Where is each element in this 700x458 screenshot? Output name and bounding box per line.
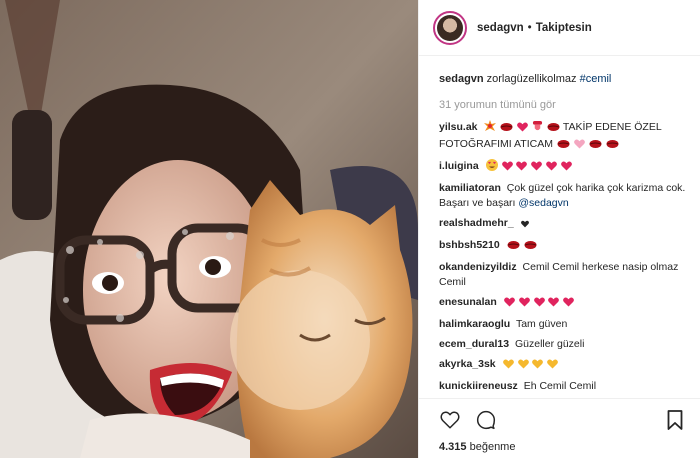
comment-username[interactable]: realshadmehr_ bbox=[439, 217, 514, 229]
heart-icon bbox=[517, 122, 529, 137]
comment-username[interactable]: okandenizyildiz bbox=[439, 261, 517, 273]
comment-username[interactable]: i.luigina bbox=[439, 160, 479, 172]
following-status[interactable]: Takiptesin bbox=[536, 22, 592, 34]
comment-text: Güzeller güzeli bbox=[514, 338, 585, 350]
yellow-heart-icon bbox=[502, 359, 514, 374]
instagram-post: sedagvn • Takiptesin sedagvn zorlagüzelli… bbox=[0, 0, 700, 458]
comment-username[interactable]: bshbsh5210 bbox=[439, 239, 500, 251]
heart-icon bbox=[503, 297, 515, 312]
lips-icon bbox=[557, 139, 570, 154]
post-photo[interactable] bbox=[0, 0, 418, 458]
likes-label: beğenme bbox=[469, 441, 516, 453]
comment: yilsu.ak TAKİP EDENE ÖZEL FOTOĞRAFIMI AT… bbox=[439, 120, 686, 154]
yellow-heart-icon bbox=[532, 359, 544, 374]
comment: halimkaraoglu Tam güven bbox=[439, 317, 686, 332]
author-username[interactable]: sedagvn bbox=[477, 22, 524, 34]
post-header: sedagvn • Takiptesin bbox=[419, 0, 700, 56]
heart-icon bbox=[573, 139, 585, 154]
comment: kunickiireneusz Eh Cemil Cemil bbox=[439, 379, 686, 394]
caption-username[interactable]: sedagvn bbox=[439, 73, 484, 85]
likes-count[interactable]: 4.315 beğenme bbox=[439, 441, 686, 453]
bookmark-icon[interactable] bbox=[664, 409, 686, 431]
heart-icon bbox=[561, 161, 573, 176]
view-all-comments-link[interactable]: 31 yorumun tümünü gör bbox=[439, 99, 686, 111]
header-text: sedagvn • Takiptesin bbox=[477, 22, 592, 34]
heart-icon bbox=[546, 161, 558, 176]
heart-icon bbox=[501, 161, 513, 176]
comments-section: sedagvn zorlagüzellikolmaz #cemil 31 yoru… bbox=[419, 56, 700, 394]
tongue-icon bbox=[532, 121, 543, 137]
comment-username[interactable]: kamiliatoran bbox=[439, 182, 501, 194]
heart-icon bbox=[516, 161, 528, 176]
comment: enesunalan bbox=[439, 295, 686, 312]
comment: i.luigina bbox=[439, 159, 686, 176]
comment-username[interactable]: enesunalan bbox=[439, 296, 497, 308]
heart-eyes-face-icon bbox=[485, 159, 498, 176]
comment-text: Eh Cemil Cemil bbox=[523, 380, 597, 392]
comment: realshadmehr_ bbox=[439, 216, 686, 233]
lips-icon bbox=[606, 139, 619, 154]
likes-number: 4.315 bbox=[439, 441, 467, 453]
separator-dot: • bbox=[527, 21, 532, 34]
black-heart-icon bbox=[520, 218, 529, 233]
comment-username[interactable]: kunickiireneusz bbox=[439, 380, 518, 392]
yellow-heart-icon bbox=[547, 359, 559, 374]
lips-icon bbox=[547, 122, 560, 137]
collision-icon bbox=[484, 120, 497, 137]
lips-icon bbox=[507, 240, 520, 255]
heart-icon bbox=[548, 297, 560, 312]
post-actions: 4.315 beğenme bbox=[419, 398, 700, 458]
heart-icon bbox=[531, 161, 543, 176]
heart-icon bbox=[533, 297, 545, 312]
yellow-heart-icon bbox=[517, 359, 529, 374]
comment: ecem_dural13 Güzeller güzeli bbox=[439, 337, 686, 352]
like-heart-icon[interactable] bbox=[439, 409, 461, 431]
lips-icon bbox=[524, 240, 537, 255]
selfie-with-cat-image bbox=[0, 0, 418, 458]
lips-icon bbox=[500, 122, 513, 137]
comment: okandenizyildiz Cemil Cemil herkese nasi… bbox=[439, 260, 686, 290]
comment-username[interactable]: halimkaraoglu bbox=[439, 318, 510, 330]
lips-icon bbox=[589, 139, 602, 154]
heart-icon bbox=[563, 297, 575, 312]
avatar[interactable] bbox=[433, 10, 467, 45]
post-side-panel: sedagvn • Takiptesin sedagvn zorlagüzelli… bbox=[418, 0, 700, 458]
comment-username[interactable]: yilsu.ak bbox=[439, 121, 478, 133]
comment: akyrka_3sk bbox=[439, 357, 686, 374]
comment: bshbsh5210 bbox=[439, 238, 686, 255]
action-icons-row bbox=[439, 407, 686, 433]
comment-username[interactable]: ecem_dural13 bbox=[439, 338, 509, 350]
caption: sedagvn zorlagüzellikolmaz #cemil bbox=[439, 72, 686, 87]
heart-icon bbox=[518, 297, 530, 312]
comment-bubble-icon[interactable] bbox=[475, 409, 497, 431]
comment-text: Tam güven bbox=[515, 318, 568, 330]
comment-mention[interactable]: @sedagvn bbox=[518, 197, 568, 209]
comment: kamiliatoran Çok güzel çok harika çok ka… bbox=[439, 181, 686, 211]
caption-text: zorlagüzellikolmaz bbox=[486, 73, 577, 85]
caption-hashtag[interactable]: #cemil bbox=[580, 73, 612, 85]
comment-username[interactable]: akyrka_3sk bbox=[439, 358, 496, 370]
